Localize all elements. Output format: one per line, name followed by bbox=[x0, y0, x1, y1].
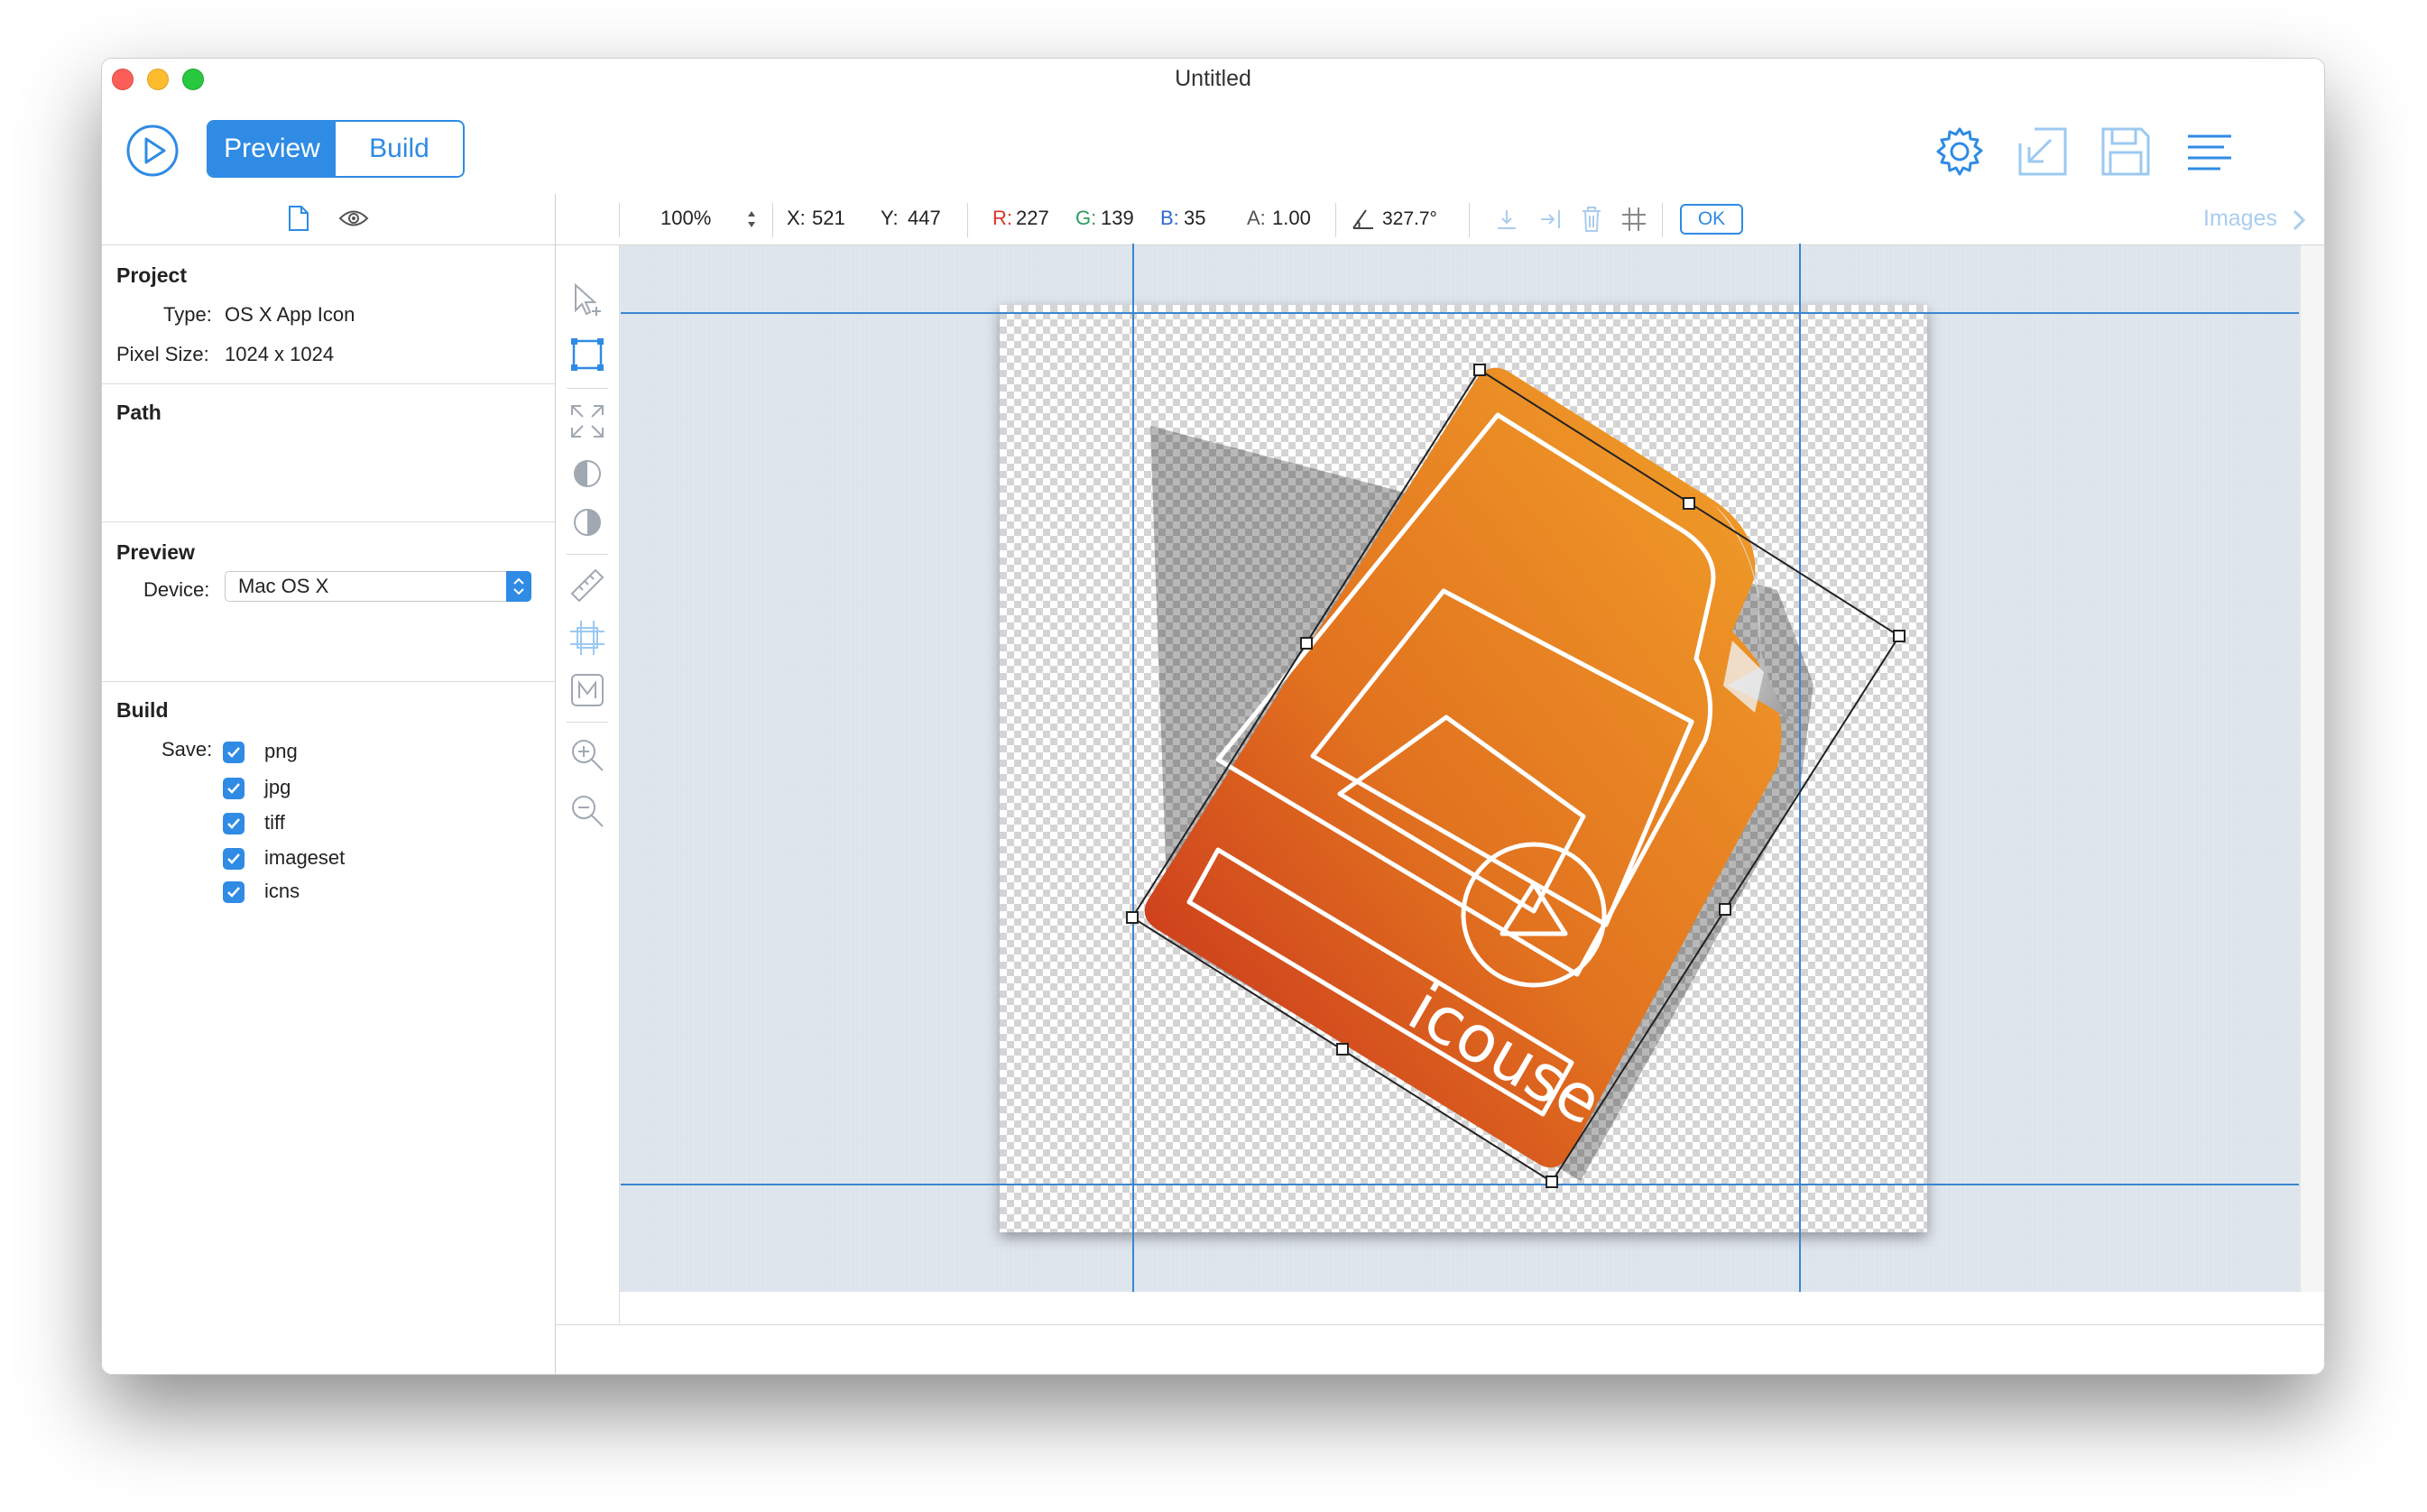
resize-handle[interactable] bbox=[1126, 911, 1139, 924]
resize-handle[interactable] bbox=[1683, 497, 1695, 510]
resize-handle[interactable] bbox=[1893, 630, 1906, 642]
resize-handle[interactable] bbox=[1546, 1175, 1558, 1188]
resize-handle[interactable] bbox=[1336, 1043, 1349, 1056]
app-icon-graphic[interactable]: icouse bbox=[1144, 367, 1813, 1181]
resize-handle[interactable] bbox=[1719, 903, 1731, 916]
icon-artwork-layer: icouse bbox=[621, 244, 2299, 1292]
resize-handle[interactable] bbox=[1300, 637, 1313, 650]
resize-handle[interactable] bbox=[1473, 364, 1486, 376]
